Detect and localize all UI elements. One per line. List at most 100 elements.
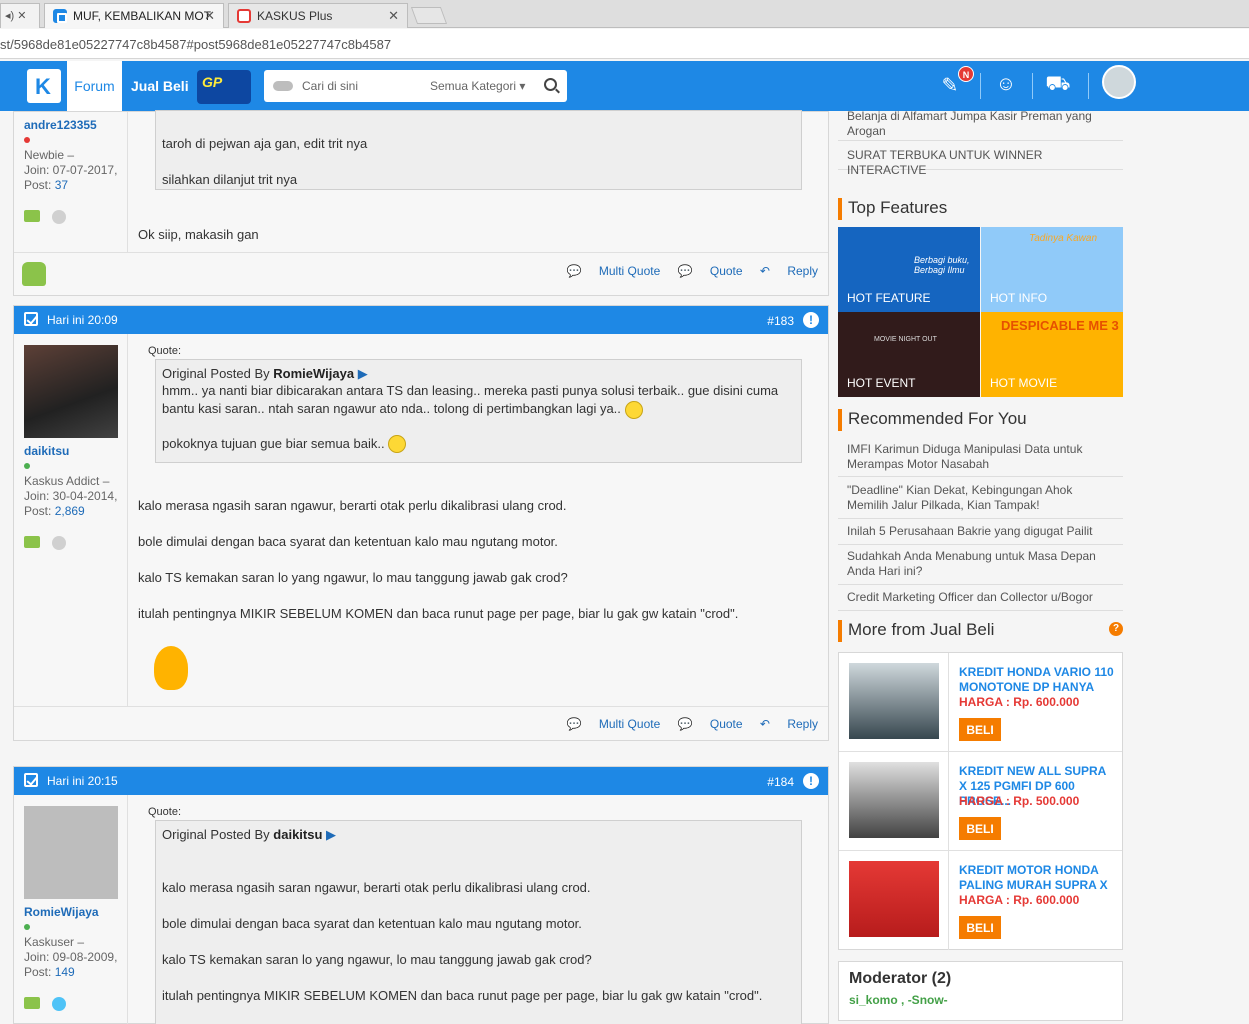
post-user-panel: andre123355 Newbie – Join: 07-07-2017, P… xyxy=(14,112,128,252)
reply-button[interactable]: ↶ Reply xyxy=(760,717,818,731)
kaskus-logo[interactable] xyxy=(27,69,61,103)
post-date: Hari ini 20:09 xyxy=(47,313,118,327)
user-avatar-image[interactable] xyxy=(24,806,118,899)
recommended-link[interactable]: Credit Marketing Officer dan Collector u… xyxy=(838,590,1123,611)
jual-beli-item[interactable]: KREDIT NEW ALL SUPRA X 125 PGMFI DP 600 … xyxy=(839,752,1122,851)
report-icon[interactable]: ! xyxy=(803,773,819,789)
checkbox-icon[interactable] xyxy=(24,773,38,787)
notification-badge: N xyxy=(958,66,974,82)
jual-beli-title: More from Jual Beli xyxy=(838,620,1123,642)
thread-content: andre123355 Newbie – Join: 07-07-2017, P… xyxy=(13,110,829,1024)
recommended-link[interactable]: Sudahkah Anda Menabung untuk Masa Depan … xyxy=(838,549,1123,585)
url-text[interactable]: st/5968de81e05227747c8b4587#post5968de81… xyxy=(0,37,391,52)
nav-forum[interactable]: Forum xyxy=(67,61,122,111)
buy-button[interactable]: BELI xyxy=(959,718,1001,741)
quote-text: taroh di pejwan aja gan, edit trit nya xyxy=(162,136,368,151)
post-182: andre123355 Newbie – Join: 07-07-2017, P… xyxy=(13,110,829,296)
post-user-panel: daikitsu Kaskus Addict – Join: 30-04-201… xyxy=(14,334,128,706)
post-date: Hari ini 20:15 xyxy=(47,774,118,788)
feature-art-text: DESPICABLE ME 3 xyxy=(1001,318,1119,333)
quote-box: Original Posted By daikitsu ▶ kalo meras… xyxy=(155,820,802,1024)
quote-label: Quote xyxy=(709,264,743,278)
close-tab-icon[interactable]: ✕ xyxy=(388,8,399,24)
checkbox-icon[interactable] xyxy=(24,312,38,326)
username[interactable]: andre123355 xyxy=(24,118,97,132)
quote-text: hmm.. ya nanti biar dibicarakan antara T… xyxy=(162,382,795,419)
gp-mania-logo[interactable]: GP xyxy=(197,70,251,104)
multi-quote-button[interactable]: 💬 Multi Quote xyxy=(567,717,661,731)
site-header: Forum Jual Beli GP Semua Kategori ▾ ✎ N … xyxy=(0,61,1249,111)
badge-smiley-icon xyxy=(52,997,66,1011)
jual-beli-item[interactable]: KREDIT MOTOR HONDA PALING MURAH SUPRA X … xyxy=(839,851,1122,950)
user-join: Join: 07-07-2017, xyxy=(24,163,118,177)
close-tab-icon[interactable]: ✕ xyxy=(204,8,215,24)
user-avatar-image[interactable] xyxy=(24,345,118,438)
multi-quote-button[interactable]: 💬 Multi Quote xyxy=(567,264,661,278)
jual-beli-item[interactable]: KREDIT HONDA VARIO 110 MONOTONE DP HANYA… xyxy=(839,653,1122,752)
username[interactable]: RomieWijaya xyxy=(24,905,99,919)
quote-text-content: pokoknya tujuan gue biar semua baik.. xyxy=(162,435,385,451)
product-image[interactable] xyxy=(849,762,939,838)
feature-tile-hot-movie[interactable]: DESPICABLE ME 3 HOT MOVIE xyxy=(981,312,1123,397)
post-actions: 💬 Multi Quote 💬 Quote ↶ Reply xyxy=(553,264,818,278)
quote-text: itulah pentingnya MIKIR SEBELUM KOMEN da… xyxy=(162,988,763,1003)
monster-emoticon-icon xyxy=(154,646,188,690)
search-icon[interactable] xyxy=(544,78,557,91)
product-image[interactable] xyxy=(849,663,939,739)
android-icon xyxy=(22,262,46,286)
view-post-arrow-icon[interactable]: ▶ xyxy=(326,827,336,842)
user-avatar[interactable] xyxy=(1102,65,1136,99)
search-input[interactable] xyxy=(302,77,422,95)
user-meta: Kaskus Addict – Join: 30-04-2014, Post: … xyxy=(24,474,117,519)
post-body-line: itulah pentingnya MIKIR SEBELUM KOMEN da… xyxy=(138,606,739,621)
recommended-link[interactable]: Inilah 5 Perusahaan Bakrie yang digugat … xyxy=(838,524,1123,545)
tab-kaskus-plus[interactable]: KASKUS Plus ✕ xyxy=(228,3,408,28)
quote-button[interactable]: 💬 Quote xyxy=(678,264,743,278)
product-title[interactable]: KREDIT HONDA VARIO 110 MONOTONE DP HANYA xyxy=(959,665,1114,695)
quote-button[interactable]: 💬 Quote xyxy=(678,717,743,731)
post-number[interactable]: #184 xyxy=(767,775,794,789)
recommended-link[interactable]: "Deadline" Kian Dekat, Kebingungan Ahok … xyxy=(838,483,1123,519)
quote-author[interactable]: RomieWijaya xyxy=(273,366,354,381)
post-count[interactable]: 37 xyxy=(55,178,68,192)
previous-tab-stub[interactable]: ◂) ✕ xyxy=(0,3,40,28)
badge-flag-icon xyxy=(24,210,40,222)
category-select[interactable]: Semua Kategori ▾ xyxy=(430,79,525,93)
moderator-list[interactable]: si_komo , -Snow- xyxy=(849,993,948,1007)
view-post-arrow-icon[interactable]: ▶ xyxy=(358,366,368,381)
report-icon[interactable]: ! xyxy=(803,312,819,328)
address-bar[interactable]: st/5968de81e05227747c8b4587#post5968de81… xyxy=(0,29,1249,59)
post-number[interactable]: #183 xyxy=(767,314,794,328)
quote-header: Original Posted By daikitsu ▶ xyxy=(162,827,795,843)
new-tab-button[interactable] xyxy=(410,7,448,24)
sidebar-link[interactable]: Belanja di Alfamart Jumpa Kasir Preman y… xyxy=(838,109,1123,141)
username[interactable]: daikitsu xyxy=(24,444,69,458)
user-rank: Kaskus Addict – xyxy=(24,474,110,488)
product-image[interactable] xyxy=(849,861,939,937)
jual-beli-list: KREDIT HONDA VARIO 110 MONOTONE DP HANYA… xyxy=(838,652,1123,950)
cloud-icon xyxy=(273,81,293,91)
quote-author[interactable]: daikitsu xyxy=(273,827,322,842)
quote-prefix: Original Posted By xyxy=(162,366,274,381)
post-count[interactable]: 149 xyxy=(55,965,75,979)
post-count[interactable]: 2,869 xyxy=(55,504,85,518)
reply-button[interactable]: ↶ Reply xyxy=(760,264,818,278)
feature-tile-hot-event[interactable]: MOVIE NIGHT OUT HOT EVENT xyxy=(838,312,980,397)
feature-tile-hot-info[interactable]: Tadinya Kawan HOT INFO xyxy=(981,227,1123,312)
buy-button[interactable]: BELI xyxy=(959,817,1001,840)
feature-label: HOT INFO xyxy=(990,291,1048,305)
quote-text: bole dimulai dengan baca syarat dan kete… xyxy=(162,916,582,931)
cart-icon[interactable]: ⛟ xyxy=(1045,73,1071,99)
product-title[interactable]: KREDIT MOTOR HONDA PALING MURAH SUPRA X xyxy=(959,863,1114,893)
post-body-line: kalo merasa ngasih saran ngawur, berarti… xyxy=(138,498,567,513)
nav-jual-beli[interactable]: Jual Beli xyxy=(131,78,189,94)
help-icon[interactable]: ? xyxy=(1109,622,1123,636)
sidebar-link[interactable]: SURAT TERBUKA UNTUK WINNER INTERACTIVE xyxy=(838,148,1123,177)
feature-tile-hot-feature[interactable]: Berbagi buku, Berbagi Ilmu HOT FEATURE xyxy=(838,227,980,312)
buy-button[interactable]: BELI xyxy=(959,916,1001,939)
post-divider xyxy=(14,252,828,253)
chat-icon[interactable]: ☺ xyxy=(993,73,1019,99)
recommended-link[interactable]: IMFI Karimun Diduga Manipulasi Data untu… xyxy=(838,442,1123,477)
feature-label: HOT FEATURE xyxy=(847,291,931,305)
tab-kaskus-thread[interactable]: MUF, KEMBALIKAN MOT ✕ xyxy=(44,3,224,28)
